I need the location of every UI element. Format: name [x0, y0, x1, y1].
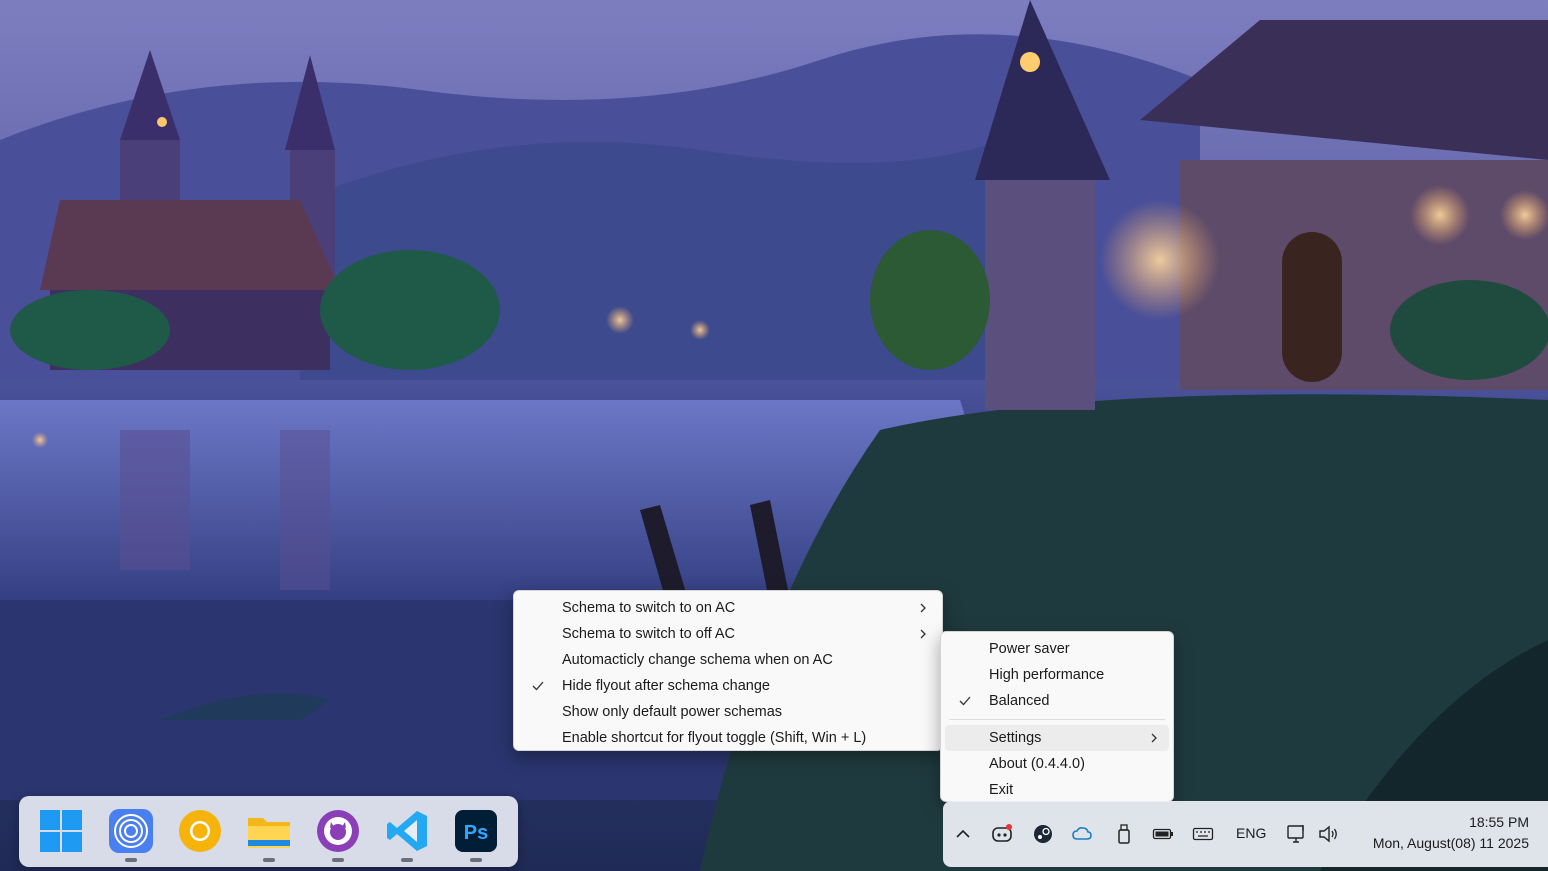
steam-icon[interactable] [1032, 823, 1054, 845]
menu-item-label: Settings [989, 730, 1042, 746]
tray-context-menu: Power saver High performance Balanced Se… [940, 631, 1174, 802]
menu-item-high-performance[interactable]: High performance [945, 662, 1169, 688]
menu-separator [949, 719, 1165, 720]
photoshop-button[interactable]: Ps [453, 808, 499, 862]
checkmark-icon [532, 681, 544, 691]
menu-item-power-saver[interactable]: Power saver [945, 636, 1169, 662]
github-desktop-button[interactable] [315, 808, 361, 862]
windows-logo-icon [40, 810, 82, 852]
menu-item-schema-on-ac[interactable]: Schema to switch to on AC [518, 595, 938, 621]
menu-item-label: Power saver [989, 641, 1070, 657]
menu-item-label: Automacticly change schema when on AC [562, 652, 833, 668]
menu-item-label: Exit [989, 782, 1014, 798]
checkmark-icon [959, 696, 971, 706]
menu-item-default-schemas-only[interactable]: Show only default power schemas [518, 699, 938, 725]
clock[interactable]: 18:55 PM Mon, August(08) 11 2025 [1373, 814, 1529, 851]
menu-item-label: High performance [989, 667, 1105, 683]
running-indicator [332, 858, 344, 862]
volume-icon[interactable] [1317, 823, 1339, 845]
menu-item-label: Show only default power schemas [562, 704, 783, 720]
chevron-up-icon[interactable] [952, 823, 974, 845]
folder-icon [248, 818, 290, 848]
running-indicator [125, 858, 137, 862]
network-icon[interactable] [1286, 823, 1308, 845]
concentric-circles-icon [109, 809, 153, 853]
app-circles-button[interactable] [108, 808, 154, 862]
menu-item-label: Balanced [989, 693, 1050, 709]
running-indicator [263, 858, 275, 862]
settings-submenu: Schema to switch to on AC Schema to swit… [513, 590, 943, 751]
menu-item-schema-off-ac[interactable]: Schema to switch to off AC [518, 621, 938, 647]
photoshop-label: Ps [464, 822, 488, 844]
menu-item-label: Hide flyout after schema change [562, 678, 770, 694]
chrome-canary-button[interactable] [177, 808, 223, 854]
chevron-right-icon [920, 629, 926, 639]
menu-item-label: About (0.4.4.0) [989, 756, 1085, 772]
chevron-right-icon [920, 603, 926, 613]
menu-item-about[interactable]: About (0.4.4.0) [945, 751, 1169, 777]
menu-item-label: Enable shortcut for flyout toggle (Shift… [562, 730, 867, 746]
vscode-icon [387, 811, 427, 851]
discord-icon[interactable] [991, 823, 1013, 845]
clock-date: Mon, August(08) 11 2025 [1372, 835, 1529, 851]
clock-time: 18:55 PM [1469, 814, 1529, 830]
taskbar-apps: Ps [19, 796, 518, 867]
system-tray: ENG 18:55 PM Mon, August(08) 11 2025 [943, 801, 1548, 867]
cloud-sync-icon[interactable] [1071, 823, 1093, 845]
menu-item-hide-flyout[interactable]: Hide flyout after schema change [518, 673, 938, 699]
battery-icon[interactable] [1152, 823, 1174, 845]
github-icon [317, 810, 359, 852]
chrome-icon [179, 810, 221, 852]
language-indicator[interactable]: ENG [1236, 825, 1266, 841]
photoshop-icon: Ps [455, 810, 497, 852]
file-explorer-button[interactable] [246, 808, 292, 862]
menu-item-label: Schema to switch to on AC [562, 600, 736, 616]
menu-item-auto-change-schema[interactable]: Automacticly change schema when on AC [518, 647, 938, 673]
start-button[interactable] [38, 808, 84, 854]
chevron-right-icon [1151, 733, 1157, 743]
menu-item-balanced[interactable]: Balanced [945, 688, 1169, 714]
keyboard-icon[interactable] [1192, 823, 1214, 845]
menu-item-enable-shortcut[interactable]: Enable shortcut for flyout toggle (Shift… [518, 725, 938, 751]
vscode-button[interactable] [384, 808, 430, 862]
menu-item-exit[interactable]: Exit [945, 777, 1169, 803]
menu-item-settings[interactable]: Settings [945, 725, 1169, 751]
running-indicator [401, 858, 413, 862]
menu-item-label: Schema to switch to off AC [562, 626, 736, 642]
running-indicator [470, 858, 482, 862]
usb-drive-icon[interactable] [1113, 823, 1135, 845]
